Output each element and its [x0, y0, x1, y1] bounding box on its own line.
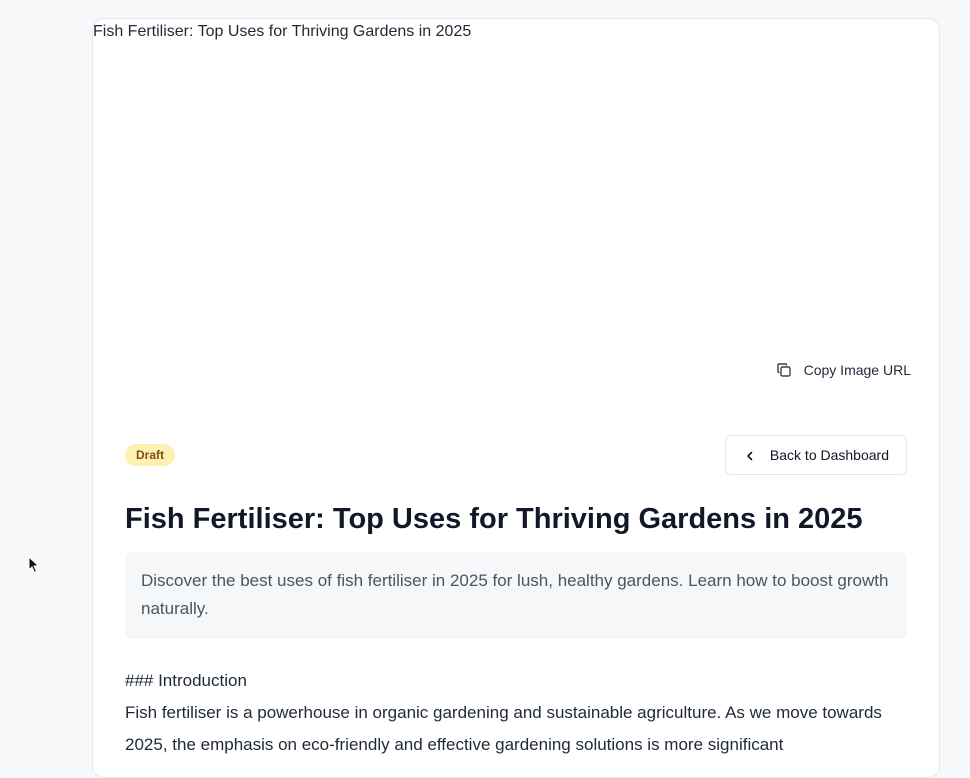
hero-image-area: Fish Fertiliser: Top Uses for Thriving G…	[93, 19, 939, 409]
page-title: Fish Fertiliser: Top Uses for Thriving G…	[125, 503, 863, 535]
content-heading: ### Introduction	[125, 671, 247, 690]
mouse-pointer-icon	[28, 555, 40, 574]
copy-image-url-label: Copy Image URL	[803, 362, 911, 378]
copy-image-url-button[interactable]: Copy Image URL	[776, 358, 911, 382]
status-badge: Draft	[125, 444, 176, 466]
content-paragraph: Fish fertiliser is a powerhouse in organ…	[125, 703, 882, 754]
hero-image-alt-text: Fish Fertiliser: Top Uses for Thriving G…	[93, 23, 472, 40]
copy-icon	[776, 362, 792, 378]
post-summary: Discover the best uses of fish fertilise…	[125, 552, 907, 639]
post-content: ### Introduction Fish fertiliser is a po…	[125, 665, 907, 761]
hero-image: Fish Fertiliser: Top Uses for Thriving G…	[93, 21, 471, 43]
chevron-left-icon	[744, 449, 756, 461]
post-meta-row: Draft Back to Dashboard	[125, 435, 907, 475]
post-card: Fish Fertiliser: Top Uses for Thriving G…	[92, 18, 940, 778]
back-to-dashboard-button[interactable]: Back to Dashboard	[724, 435, 907, 475]
back-to-dashboard-label: Back to Dashboard	[769, 447, 889, 463]
